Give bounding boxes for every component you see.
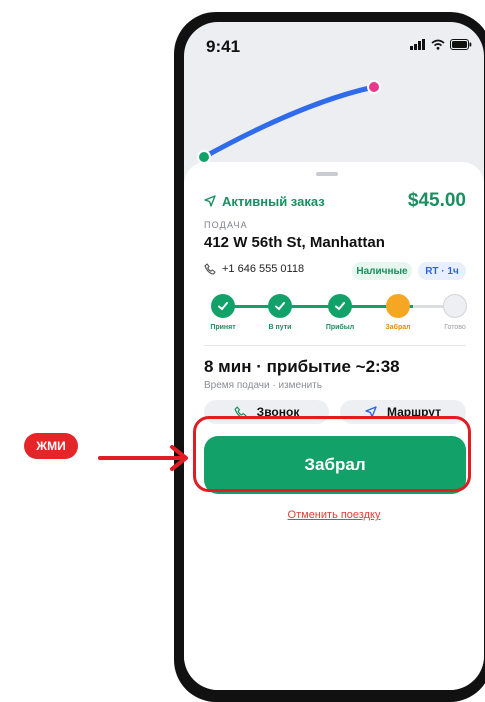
eta-headline: 8 мин · прибытие ~2:38 [204,357,400,376]
route-line [201,84,377,160]
order-header: Активный заказ $45.00 [204,190,466,212]
step-label: Принят [210,324,236,331]
step-label: В пути [268,324,292,331]
order-progress: Принят В пути Прибыл Забрал Готово [198,288,484,333]
phone-icon [204,263,216,275]
check-icon [218,302,228,311]
highlight-frame [193,416,471,492]
rt-badge: RT · 1ч [418,262,466,280]
check-icon [335,302,345,311]
cancel-ride-link[interactable]: Отменить поездку [184,509,484,521]
battery-icon [450,39,472,50]
eta-subtitle[interactable]: Время подачи · изменить [204,380,322,391]
contact-row: +1 646 555 0118 Наличные RT · 1ч [204,260,466,282]
phone-frame: 9:41 Активный заказ $45.00 ПОДАЧА 412 W … [174,12,485,702]
status-bar: 9:41 [184,22,484,62]
navigation-arrow-icon [204,195,216,207]
step-label: Забрал [385,324,411,331]
payment-badge: Наличные [352,262,412,280]
drag-handle[interactable] [316,172,338,176]
press-tag: ЖМИ [24,433,78,459]
divider [204,345,466,346]
step-picked-up [386,294,410,318]
active-order-status: Активный заказ [204,194,325,209]
destination-marker [367,80,381,94]
step-label: Прибыл [325,324,355,331]
step-en-route [268,294,292,318]
check-icon [275,302,285,311]
wifi-icon [431,39,445,50]
status-icons [410,39,472,50]
active-order-label: Активный заказ [222,193,325,209]
signal-icon [410,39,425,50]
step-accepted [211,294,235,318]
status-time: 9:41 [206,37,241,56]
order-price: $45.00 [407,190,466,211]
progress-line-done [223,305,413,308]
step-label: Готово [444,324,466,331]
step-arrived [328,294,352,318]
pointer-arrow-icon [98,445,188,471]
phone-number: +1 646 555 0118 [222,263,305,275]
step-done [443,294,467,318]
phone-screen: 9:41 Активный заказ $45.00 ПОДАЧА 412 W … [184,22,484,690]
pickup-address: 412 W 56th St, Manhattan [204,234,385,251]
customer-phone[interactable]: +1 646 555 0118 [204,263,304,275]
pickup-label: ПОДАЧА [204,220,248,230]
